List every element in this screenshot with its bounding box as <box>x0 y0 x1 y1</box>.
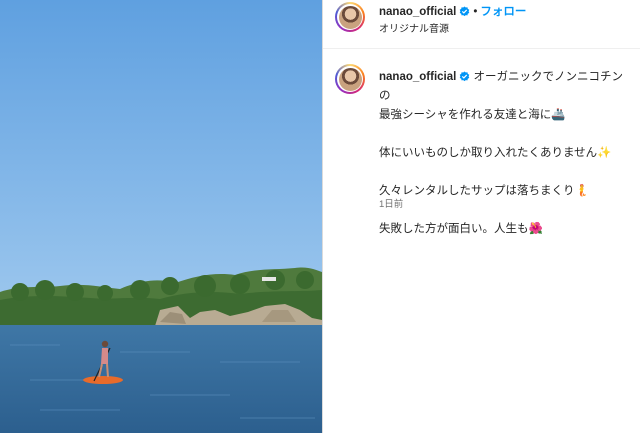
audio-label[interactable]: オリジナル音源 <box>379 20 449 35</box>
caption-line-2: 最強シーシャを作れる友達と海に🚢 <box>379 109 566 121</box>
username-link[interactable]: nanao_official <box>379 6 456 18</box>
caption-text: nanao_official オーガニックでノンニコチンの 最強シーシャを作れる… <box>379 68 632 239</box>
avatar[interactable] <box>335 2 365 32</box>
caption-avatar[interactable] <box>335 64 365 94</box>
sea-photo <box>0 0 322 433</box>
caption-line-3: 体にいいものしか取り入れたくありません✨ <box>379 147 612 159</box>
follow-button[interactable]: フォロー <box>480 6 526 18</box>
caption-line-4: 久々レンタルしたサップは落ちまくり🧜 <box>379 185 589 197</box>
post-header: nanao_official • フォロー オリジナル音源 <box>323 0 640 49</box>
separator-dot: • <box>473 6 478 18</box>
post-timestamp[interactable]: 1日前 <box>379 196 403 210</box>
caption-username[interactable]: nanao_official <box>379 71 456 83</box>
post-side-panel: nanao_official • フォロー オリジナル音源 nanao_offici… <box>322 0 640 433</box>
verified-badge-icon <box>460 71 470 82</box>
verified-badge-icon <box>460 6 470 17</box>
caption-line-5: 失敗した方が面白い。人生も🌺 <box>379 223 543 235</box>
post-media[interactable] <box>0 0 322 433</box>
